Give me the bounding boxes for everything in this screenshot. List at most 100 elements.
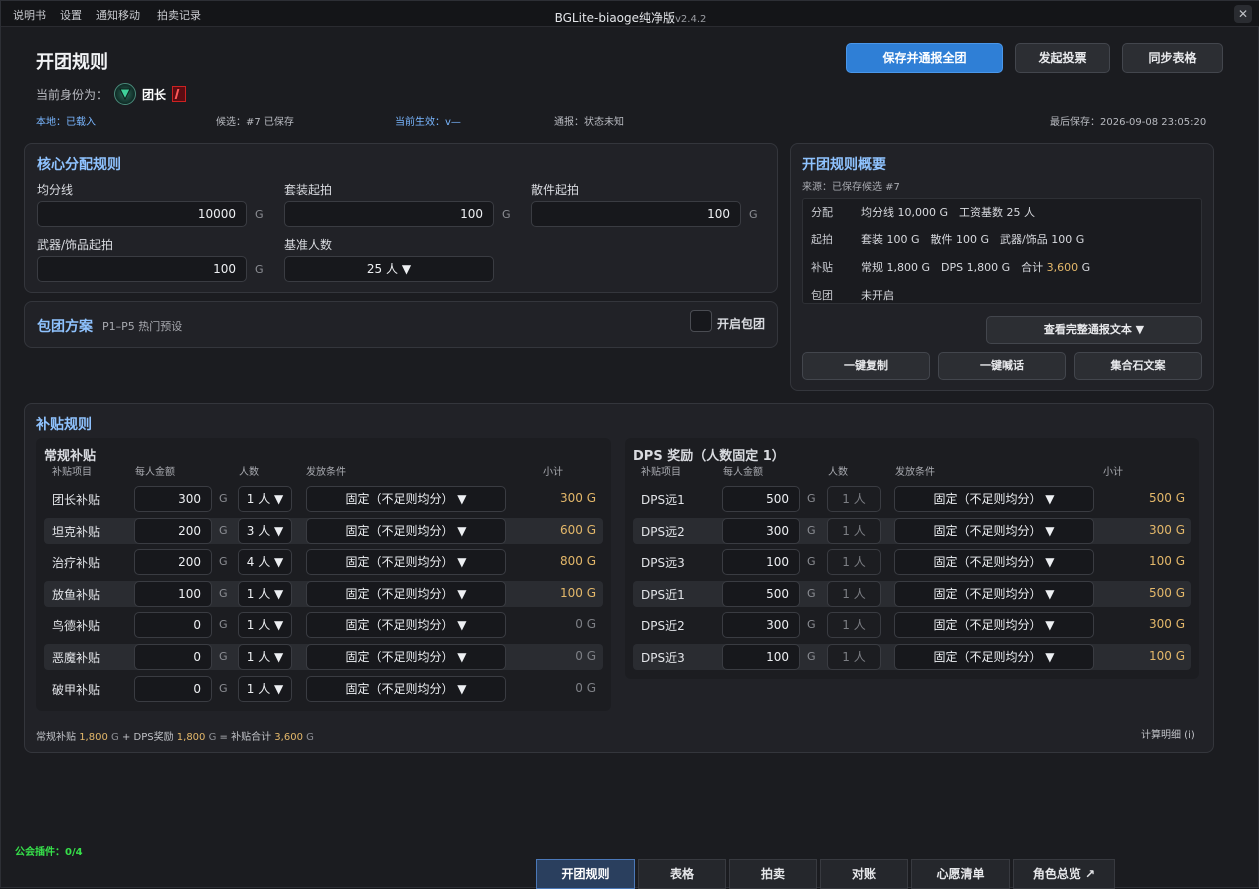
gather-text-button[interactable]: 集合石文案 (1074, 352, 1202, 380)
amount-input[interactable]: 0 (134, 644, 212, 670)
leader-avatar-icon (114, 83, 137, 105)
package-subtitle: P1–P5 热门预设 (102, 320, 183, 333)
summary-key: 补贴 (811, 261, 833, 274)
calc-detail-link[interactable]: 计算明细 (i) (1141, 726, 1195, 741)
count-select[interactable]: 3 人 ▼ (238, 517, 292, 544)
count-select[interactable]: 1 人 ▼ (238, 486, 292, 512)
main-window: 说明书 设置 通知移动 拍卖记录 BGLite-biaoge纯净版v2.4.2 … (0, 0, 1259, 889)
package-title: 包团方案 (37, 319, 93, 335)
table-row: DPS近3 100 G 1 人固定（不足则均分） ▼ 100 G (633, 644, 1191, 670)
tab-table[interactable]: 表格 (638, 859, 726, 889)
amount-input[interactable]: 200 (134, 549, 212, 576)
row-subtotal: 300 G (1148, 617, 1185, 632)
amount-unit: G (807, 586, 816, 600)
condition-select[interactable]: 固定（不足则均分） ▼ (306, 675, 506, 702)
condition-select[interactable]: 固定（不足则均分） ▼ (894, 517, 1094, 544)
condition-select[interactable]: 固定（不足则均分） ▼ (894, 486, 1094, 512)
row-item-name: DPS近2 (641, 619, 685, 634)
col-count: 人数 (239, 467, 259, 478)
col-amount: 每人金额 (135, 467, 175, 478)
sync-table-button[interactable]: 同步表格 (1122, 43, 1223, 73)
count-select[interactable]: 1 人 ▼ (238, 580, 292, 607)
condition-select[interactable]: 固定（不足则均分） ▼ (894, 549, 1094, 576)
condition-select[interactable]: 固定（不足则均分） ▼ (306, 486, 506, 512)
row-subtotal: 300 G (1148, 522, 1185, 537)
amount-input[interactable]: 300 (722, 517, 800, 544)
count-select[interactable]: 1 人 ▼ (238, 612, 292, 639)
row-item-name: DPS远3 (641, 556, 685, 571)
condition-select[interactable]: 固定（不足则均分） ▼ (894, 580, 1094, 607)
condition-select[interactable]: 固定（不足则均分） ▼ (306, 517, 506, 544)
table-row: DPS近1 500 G 1 人固定（不足则均分） ▼ 500 G (633, 580, 1191, 607)
summary-key: 起拍 (811, 233, 833, 246)
amount-input[interactable]: 0 (134, 675, 212, 702)
amount-input[interactable]: 200 (134, 517, 212, 544)
tab-wishlist[interactable]: 心愿清单 (911, 859, 1010, 889)
tab-raid-rules[interactable]: 开团规则 (536, 859, 635, 889)
view-full-text-button[interactable]: 查看完整通报文本 ▼ (986, 316, 1202, 344)
save-broadcast-button[interactable]: 保存并通报全团 (846, 43, 1003, 73)
base-people-select[interactable]: 25 人 ▼ (284, 256, 494, 282)
count-select[interactable]: 4 人 ▼ (238, 549, 292, 576)
amount-input[interactable]: 500 (722, 486, 800, 512)
table-row: DPS远2 300 G 1 人固定（不足则均分） ▼ 300 G (633, 517, 1191, 544)
amount-unit: G (219, 681, 228, 695)
weapon-start-input[interactable]: 100 (37, 256, 247, 282)
package-toggle-label[interactable]: 开启包团 (717, 315, 765, 332)
summary-key: 包团 (811, 289, 833, 302)
status-active: 当前生效：v— (395, 117, 461, 128)
amount-input[interactable]: 0 (134, 612, 212, 639)
tab-role-overview[interactable]: 角色总览 ↗ (1013, 859, 1115, 889)
count-display: 1 人 (827, 517, 881, 544)
amount-input[interactable]: 100 (722, 644, 800, 670)
amount-unit: G (807, 492, 816, 505)
row-subtotal: 0 G (575, 649, 596, 663)
amount-unit: G (219, 555, 228, 569)
col-count: 人数 (828, 467, 848, 478)
amount-input[interactable]: 500 (722, 580, 800, 607)
summary-value: 套装 100 G 散件 100 G 武器/饰品 100 G (861, 233, 1085, 246)
row-item-name: 破甲补贴 (52, 682, 101, 697)
tab-reconcile[interactable]: 对账 (820, 859, 908, 889)
role-name: 团长 (142, 87, 167, 102)
grand-total-label: 补贴合计 (231, 732, 272, 743)
condition-select[interactable]: 固定（不足则均分） ▼ (306, 549, 506, 576)
table-row: 破甲补贴 0 G 1 人 ▼ 固定（不足则均分） ▼ 0 G (44, 675, 603, 702)
col-item: 补贴项目 (641, 467, 681, 478)
row-subtotal: 100 G (559, 585, 596, 600)
table-row: DPS远3 100 G 1 人固定（不足则均分） ▼ 100 G (633, 549, 1191, 576)
condition-select[interactable]: 固定（不足则均分） ▼ (306, 580, 506, 607)
app-version: v2.4.2 (675, 14, 707, 25)
status-last-saved: 最后保存：2026-09-08 23:05:20 (1050, 117, 1207, 128)
start-vote-button[interactable]: 发起投票 (1015, 43, 1110, 73)
amount-input[interactable]: 100 (134, 580, 212, 607)
amount-input[interactable]: 300 (722, 612, 800, 639)
shout-button[interactable]: 一键喊话 (938, 352, 1066, 380)
piece-start-input[interactable]: 100 (531, 201, 741, 227)
count-select[interactable]: 1 人 ▼ (238, 644, 292, 670)
condition-select[interactable]: 固定（不足则均分） ▼ (306, 644, 506, 670)
summary-value: 均分线 10,000 G 工资基数 25 人 (861, 206, 1035, 219)
close-icon[interactable]: ✕ (1234, 5, 1252, 23)
condition-select[interactable]: 固定（不足则均分） ▼ (894, 612, 1094, 639)
tab-auction[interactable]: 拍卖 (729, 859, 817, 889)
regular-subsidy-title: 常规补贴 (44, 449, 97, 464)
page-title: 开团规则 (36, 52, 108, 73)
package-toggle-checkbox[interactable] (690, 310, 712, 332)
avg-line-input[interactable]: 10000 (37, 201, 247, 227)
amount-input[interactable]: 100 (722, 549, 800, 576)
condition-select[interactable]: 固定（不足则均分） ▼ (894, 644, 1094, 670)
copy-button[interactable]: 一键复制 (802, 352, 930, 380)
row-item-name: 坦克补贴 (52, 524, 101, 539)
condition-select[interactable]: 固定（不足则均分） ▼ (306, 612, 506, 639)
row-subtotal: 0 G (575, 680, 596, 695)
table-row: DPS远1 500 G 1 人固定（不足则均分） ▼ 500 G (633, 486, 1191, 512)
raid-leader-flag-icon (172, 86, 187, 102)
set-start-input[interactable]: 100 (284, 201, 494, 227)
count-select[interactable]: 1 人 ▼ (238, 675, 292, 702)
row-item-name: DPS远2 (641, 524, 685, 539)
status-broadcast: 通报：状态未知 (554, 117, 624, 128)
row-subtotal: 800 G (559, 554, 596, 569)
amount-input[interactable]: 300 (134, 486, 212, 512)
table-row: 恶魔补贴 0 G 1 人 ▼ 固定（不足则均分） ▼ 0 G (44, 644, 603, 670)
